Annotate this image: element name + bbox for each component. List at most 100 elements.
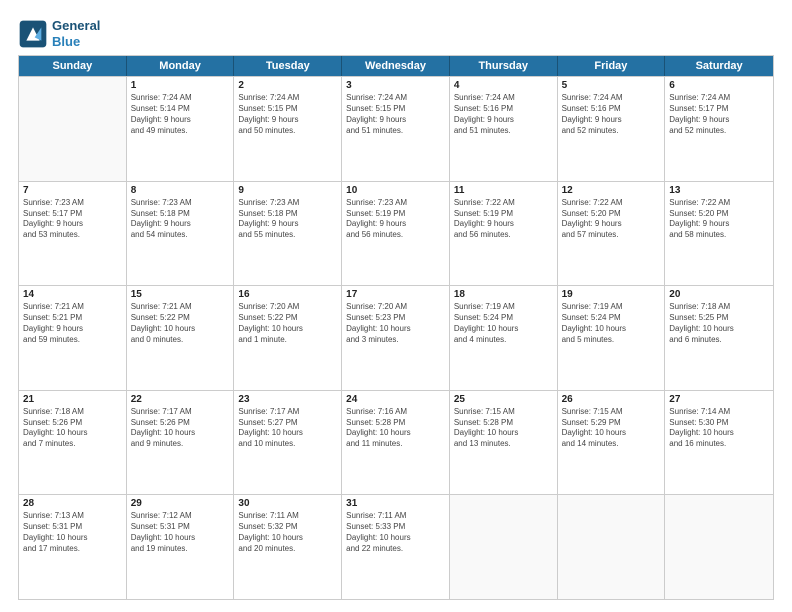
- cell-info-line: Daylight: 9 hours: [562, 115, 661, 126]
- cell-info-line: Daylight: 10 hours: [454, 324, 553, 335]
- cell-info-line: Daylight: 9 hours: [346, 219, 445, 230]
- day-number: 31: [346, 498, 445, 509]
- day-number: 9: [238, 185, 337, 196]
- cell-info-line: Daylight: 10 hours: [23, 533, 122, 544]
- day-number: 15: [131, 289, 230, 300]
- cell-info-line: Sunset: 5:26 PM: [131, 418, 230, 429]
- logo-text: General Blue: [52, 18, 100, 49]
- cell-info-line: and 19 minutes.: [131, 544, 230, 555]
- cell-info-line: Sunset: 5:15 PM: [238, 104, 337, 115]
- day-number: 1: [131, 80, 230, 91]
- cell-info-line: Sunset: 5:17 PM: [23, 209, 122, 220]
- header-day-sunday: Sunday: [19, 56, 127, 76]
- header-day-saturday: Saturday: [665, 56, 773, 76]
- day-cell-28: 28Sunrise: 7:13 AMSunset: 5:31 PMDayligh…: [19, 495, 127, 599]
- cell-info-line: and 4 minutes.: [454, 335, 553, 346]
- cell-info-line: and 17 minutes.: [23, 544, 122, 555]
- cell-info-line: Sunrise: 7:18 AM: [23, 407, 122, 418]
- day-number: 18: [454, 289, 553, 300]
- day-cell-10: 10Sunrise: 7:23 AMSunset: 5:19 PMDayligh…: [342, 182, 450, 286]
- cell-info-line: Daylight: 9 hours: [454, 219, 553, 230]
- cell-info-line: Sunset: 5:32 PM: [238, 522, 337, 533]
- cell-info-line: and 5 minutes.: [562, 335, 661, 346]
- cell-info-line: Sunrise: 7:24 AM: [238, 93, 337, 104]
- day-cell-18: 18Sunrise: 7:19 AMSunset: 5:24 PMDayligh…: [450, 286, 558, 390]
- cell-info-line: Daylight: 9 hours: [669, 219, 769, 230]
- day-number: 4: [454, 80, 553, 91]
- cell-info-line: Daylight: 10 hours: [23, 428, 122, 439]
- cell-info-line: and 13 minutes.: [454, 439, 553, 450]
- cell-info-line: Sunrise: 7:24 AM: [346, 93, 445, 104]
- cell-info-line: Sunrise: 7:11 AM: [238, 511, 337, 522]
- cell-info-line: Sunset: 5:26 PM: [23, 418, 122, 429]
- cell-info-line: and 9 minutes.: [131, 439, 230, 450]
- cell-info-line: Sunset: 5:22 PM: [131, 313, 230, 324]
- day-number: 19: [562, 289, 661, 300]
- empty-cell: [558, 495, 666, 599]
- day-number: 5: [562, 80, 661, 91]
- cell-info-line: Sunrise: 7:16 AM: [346, 407, 445, 418]
- cell-info-line: Sunset: 5:20 PM: [562, 209, 661, 220]
- cell-info-line: and 0 minutes.: [131, 335, 230, 346]
- cell-info-line: Sunset: 5:24 PM: [562, 313, 661, 324]
- day-number: 11: [454, 185, 553, 196]
- header-day-tuesday: Tuesday: [234, 56, 342, 76]
- cell-info-line: Daylight: 9 hours: [131, 219, 230, 230]
- cell-info-line: Daylight: 10 hours: [131, 428, 230, 439]
- day-number: 2: [238, 80, 337, 91]
- empty-cell: [19, 77, 127, 181]
- cell-info-line: Sunset: 5:31 PM: [131, 522, 230, 533]
- cell-info-line: Daylight: 9 hours: [346, 115, 445, 126]
- cell-info-line: Sunset: 5:18 PM: [131, 209, 230, 220]
- cell-info-line: Sunrise: 7:24 AM: [562, 93, 661, 104]
- cell-info-line: Daylight: 10 hours: [238, 324, 337, 335]
- day-cell-16: 16Sunrise: 7:20 AMSunset: 5:22 PMDayligh…: [234, 286, 342, 390]
- cell-info-line: and 16 minutes.: [669, 439, 769, 450]
- day-number: 8: [131, 185, 230, 196]
- cell-info-line: Sunset: 5:23 PM: [346, 313, 445, 324]
- day-cell-23: 23Sunrise: 7:17 AMSunset: 5:27 PMDayligh…: [234, 391, 342, 495]
- day-cell-14: 14Sunrise: 7:21 AMSunset: 5:21 PMDayligh…: [19, 286, 127, 390]
- day-number: 24: [346, 394, 445, 405]
- empty-cell: [450, 495, 558, 599]
- day-cell-2: 2Sunrise: 7:24 AMSunset: 5:15 PMDaylight…: [234, 77, 342, 181]
- day-number: 30: [238, 498, 337, 509]
- day-cell-30: 30Sunrise: 7:11 AMSunset: 5:32 PMDayligh…: [234, 495, 342, 599]
- cell-info-line: Sunrise: 7:15 AM: [562, 407, 661, 418]
- day-number: 6: [669, 80, 769, 91]
- cell-info-line: Sunrise: 7:23 AM: [131, 198, 230, 209]
- day-number: 27: [669, 394, 769, 405]
- cell-info-line: Sunrise: 7:21 AM: [23, 302, 122, 313]
- cell-info-line: Daylight: 9 hours: [669, 115, 769, 126]
- cell-info-line: Sunset: 5:25 PM: [669, 313, 769, 324]
- cell-info-line: and 58 minutes.: [669, 230, 769, 241]
- cell-info-line: Daylight: 10 hours: [346, 428, 445, 439]
- cell-info-line: and 14 minutes.: [562, 439, 661, 450]
- logo-icon: [18, 19, 48, 49]
- day-cell-15: 15Sunrise: 7:21 AMSunset: 5:22 PMDayligh…: [127, 286, 235, 390]
- day-cell-12: 12Sunrise: 7:22 AMSunset: 5:20 PMDayligh…: [558, 182, 666, 286]
- cell-info-line: and 10 minutes.: [238, 439, 337, 450]
- cell-info-line: Sunrise: 7:24 AM: [669, 93, 769, 104]
- cell-info-line: Sunrise: 7:22 AM: [669, 198, 769, 209]
- cell-info-line: and 56 minutes.: [454, 230, 553, 241]
- cell-info-line: and 52 minutes.: [669, 126, 769, 137]
- cell-info-line: and 51 minutes.: [346, 126, 445, 137]
- calendar-row-0: 1Sunrise: 7:24 AMSunset: 5:14 PMDaylight…: [19, 76, 773, 181]
- cell-info-line: Sunrise: 7:18 AM: [669, 302, 769, 313]
- day-number: 7: [23, 185, 122, 196]
- cell-info-line: Sunset: 5:22 PM: [238, 313, 337, 324]
- day-cell-22: 22Sunrise: 7:17 AMSunset: 5:26 PMDayligh…: [127, 391, 235, 495]
- cell-info-line: Sunrise: 7:17 AM: [131, 407, 230, 418]
- day-cell-25: 25Sunrise: 7:15 AMSunset: 5:28 PMDayligh…: [450, 391, 558, 495]
- calendar-header: SundayMondayTuesdayWednesdayThursdayFrid…: [19, 56, 773, 76]
- header-day-friday: Friday: [558, 56, 666, 76]
- cell-info-line: Sunrise: 7:20 AM: [238, 302, 337, 313]
- cell-info-line: Sunset: 5:27 PM: [238, 418, 337, 429]
- day-cell-20: 20Sunrise: 7:18 AMSunset: 5:25 PMDayligh…: [665, 286, 773, 390]
- calendar-row-4: 28Sunrise: 7:13 AMSunset: 5:31 PMDayligh…: [19, 494, 773, 599]
- cell-info-line: Sunrise: 7:24 AM: [131, 93, 230, 104]
- cell-info-line: and 11 minutes.: [346, 439, 445, 450]
- cell-info-line: Sunrise: 7:13 AM: [23, 511, 122, 522]
- cell-info-line: and 57 minutes.: [562, 230, 661, 241]
